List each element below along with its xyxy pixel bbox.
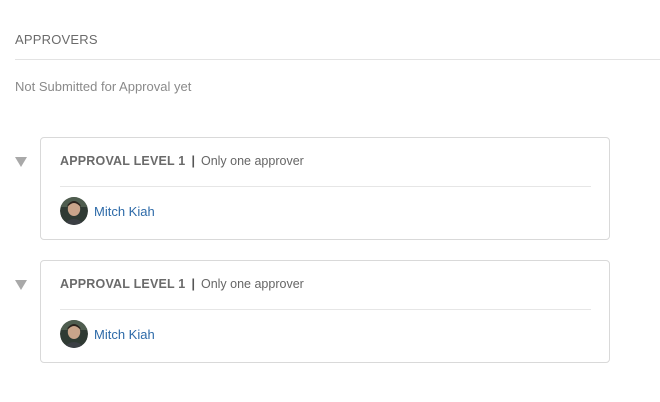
approval-level-card: APPROVAL LEVEL 1 | Only one approver Mitch… [40, 137, 610, 240]
collapse-caret-icon[interactable] [15, 280, 27, 290]
approval-rule-text: Only one approver [200, 154, 304, 168]
approval-rule-text: Only one approver [200, 277, 304, 291]
approver-item[interactable]: Mitch Kiah [60, 320, 155, 348]
card-divider [60, 186, 591, 187]
approval-level-header: APPROVAL LEVEL 1 | Only one approver [60, 277, 304, 291]
approval-level-label: APPROVAL LEVEL 1 [60, 277, 186, 291]
approver-name-link[interactable]: Mitch Kiah [94, 327, 155, 342]
approval-level-label: APPROVAL LEVEL 1 [60, 154, 186, 168]
approval-level-header: APPROVAL LEVEL 1 | Only one approver [60, 154, 304, 168]
collapse-caret-icon[interactable] [15, 157, 27, 167]
user-avatar-icon [60, 320, 88, 348]
approver-item[interactable]: Mitch Kiah [60, 197, 155, 225]
approval-status-text: Not Submitted for Approval yet [15, 79, 192, 94]
section-divider [15, 59, 660, 60]
user-avatar-icon [60, 197, 88, 225]
approvers-panel: APPROVERS Not Submitted for Approval yet… [0, 0, 660, 402]
approval-level-card: APPROVAL LEVEL 1 | Only one approver Mitch… [40, 260, 610, 363]
header-separator: | [191, 277, 195, 291]
section-title: APPROVERS [15, 32, 98, 47]
card-divider [60, 309, 591, 310]
approver-name-link[interactable]: Mitch Kiah [94, 204, 155, 219]
header-separator: | [191, 154, 195, 168]
